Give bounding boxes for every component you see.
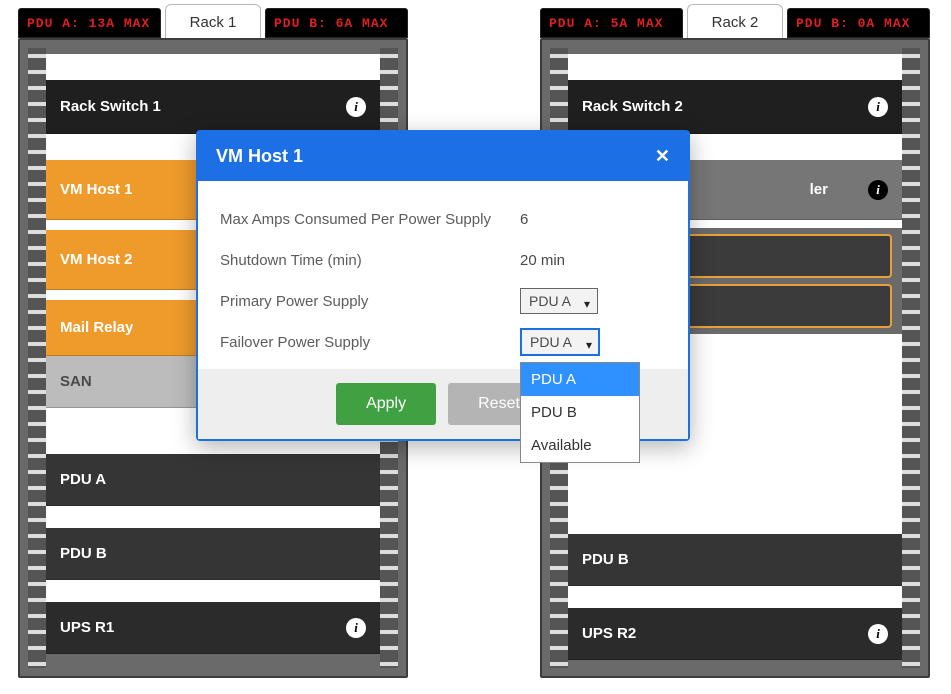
unit-label: VM Host 2 bbox=[60, 251, 133, 268]
unit-label: ler bbox=[810, 181, 828, 198]
failover-power-select[interactable]: PDU A bbox=[520, 328, 600, 356]
dropdown-option-pdu-a[interactable]: PDU A bbox=[521, 363, 639, 396]
max-amps-label: Max Amps Consumed Per Power Supply bbox=[220, 211, 520, 228]
pdu-a-display: PDU A: 5A MAX bbox=[540, 8, 683, 38]
blank-unit bbox=[46, 506, 380, 528]
info-icon[interactable]: i bbox=[868, 97, 888, 117]
dropdown-option-available[interactable]: Available bbox=[521, 429, 639, 462]
info-icon[interactable]: i bbox=[346, 97, 366, 117]
primary-power-select[interactable]: PDU A bbox=[520, 288, 598, 314]
unit-label: UPS R2 bbox=[582, 625, 636, 642]
device-config-modal: VM Host 1 ✕ Max Amps Consumed Per Power … bbox=[196, 130, 690, 441]
modal-header: VM Host 1 ✕ bbox=[198, 132, 688, 181]
unit-label: VM Host 1 bbox=[60, 181, 133, 198]
blank-unit bbox=[568, 586, 902, 608]
failover-dropdown: PDU A PDU B Available bbox=[520, 362, 640, 463]
pdu-a-display: PDU A: 13A MAX bbox=[18, 8, 161, 38]
rack-switch-unit[interactable]: Rack Switch 1 i bbox=[46, 80, 380, 134]
close-icon[interactable]: ✕ bbox=[655, 146, 670, 167]
pdu-b-unit[interactable]: PDU B bbox=[568, 534, 902, 586]
primary-power-label: Primary Power Supply bbox=[220, 293, 520, 310]
blank-unit bbox=[46, 580, 380, 602]
rack-tab[interactable]: Rack 2 bbox=[687, 4, 783, 40]
pdu-a-unit[interactable]: PDU A bbox=[46, 454, 380, 506]
pdu-b-unit[interactable]: PDU B bbox=[46, 528, 380, 580]
shutdown-time-label: Shutdown Time (min) bbox=[220, 252, 520, 269]
apply-button[interactable]: Apply bbox=[336, 383, 436, 425]
unit-label: PDU A bbox=[60, 471, 106, 488]
ups-unit[interactable]: UPS R1 i bbox=[46, 602, 380, 654]
ups-unit[interactable]: UPS R2 i bbox=[568, 608, 902, 660]
pdu-b-display: PDU B: 0A MAX bbox=[787, 8, 930, 38]
unit-label: Rack Switch 1 bbox=[60, 98, 161, 115]
unit-label: Rack Switch 2 bbox=[582, 98, 683, 115]
dropdown-option-pdu-b[interactable]: PDU B bbox=[521, 396, 639, 429]
rack-tab[interactable]: Rack 1 bbox=[165, 4, 261, 40]
unit-label: SAN bbox=[60, 373, 92, 390]
rack-switch-unit[interactable]: Rack Switch 2 i bbox=[568, 80, 902, 134]
unit-label: Mail Relay bbox=[60, 319, 133, 336]
max-amps-value: 6 bbox=[520, 211, 666, 228]
unit-label: PDU B bbox=[582, 551, 629, 568]
blank-unit bbox=[568, 54, 902, 80]
shutdown-time-value: 20 min bbox=[520, 252, 666, 269]
pdu-b-display: PDU B: 6A MAX bbox=[265, 8, 408, 38]
info-icon[interactable]: i bbox=[868, 624, 888, 644]
failover-power-label: Failover Power Supply bbox=[220, 334, 520, 351]
info-icon[interactable]: i bbox=[868, 180, 888, 200]
blank-unit bbox=[46, 54, 380, 80]
modal-title: VM Host 1 bbox=[216, 146, 303, 167]
info-icon[interactable]: i bbox=[346, 618, 366, 638]
unit-label: PDU B bbox=[60, 545, 107, 562]
unit-label: UPS R1 bbox=[60, 619, 114, 636]
